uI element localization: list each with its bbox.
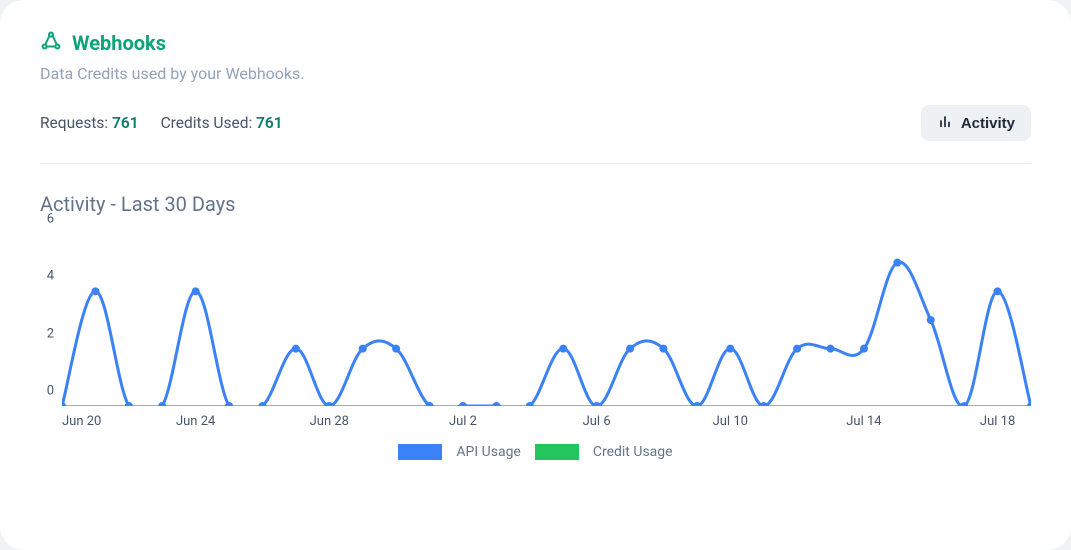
- y-tick-label: 2: [47, 326, 54, 341]
- x-tick-label: Jul 6: [583, 414, 611, 429]
- chart-plot-area: [62, 234, 1031, 406]
- x-tick-label: Jul 10: [713, 414, 748, 429]
- chart: 0246 Jun 20Jun 24Jun 28Jul 2Jul 6Jul 10J…: [40, 234, 1031, 434]
- credits-stat: Credits Used: 761: [161, 114, 283, 132]
- requests-label: Requests:: [40, 114, 112, 132]
- legend-swatch-credit: [535, 444, 579, 460]
- webhooks-card: Webhooks Data Credits used by your Webho…: [0, 0, 1071, 550]
- x-tick-label: Jul 14: [846, 414, 881, 429]
- activity-button[interactable]: Activity: [921, 105, 1031, 141]
- webhooks-icon: [40, 30, 62, 56]
- divider: [40, 163, 1031, 164]
- x-axis-labels: Jun 20 Jun 24 Jun 28 Jul 2 Jul 6 Jul 10 Jul 14…: [62, 410, 1031, 434]
- credits-value: 761: [256, 114, 283, 132]
- x-tick-label: Jul 2: [449, 414, 477, 429]
- requests-value: 761: [112, 114, 139, 132]
- legend-label-credit: Credit Usage: [593, 444, 673, 460]
- requests-stat: Requests: 761: [40, 114, 139, 132]
- y-tick-label: 6: [47, 212, 54, 227]
- legend-swatch-api: [398, 444, 442, 460]
- y-tick-label: 0: [47, 384, 54, 399]
- x-tick-label: Jun 20: [62, 414, 101, 429]
- stats-row: Requests: 761 Credits Used: 761 Activity: [40, 105, 1031, 141]
- y-axis-labels: 0246: [40, 234, 62, 406]
- section-header: Webhooks: [40, 30, 1031, 56]
- x-tick-label: Jun 28: [310, 414, 349, 429]
- chart-legend: API Usage Credit Usage: [40, 444, 1031, 460]
- credits-label: Credits Used:: [161, 114, 256, 132]
- bar-chart-icon: [937, 113, 953, 133]
- x-tick-label: Jul 18: [980, 414, 1015, 429]
- x-tick-label: Jun 24: [176, 414, 215, 429]
- legend-label-api: API Usage: [456, 444, 520, 460]
- section-title: Webhooks: [72, 31, 166, 55]
- y-tick-label: 4: [47, 269, 54, 284]
- chart-title: Activity - Last 30 Days: [40, 192, 1031, 216]
- section-subtitle: Data Credits used by your Webhooks.: [40, 64, 1031, 83]
- stats-left: Requests: 761 Credits Used: 761: [40, 114, 283, 132]
- activity-button-label: Activity: [961, 115, 1015, 132]
- chart-svg: [62, 234, 1031, 406]
